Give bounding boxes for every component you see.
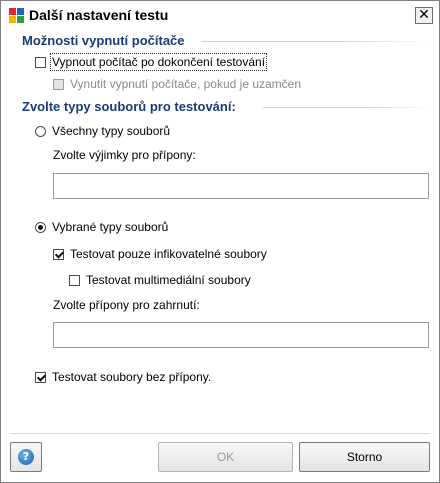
help-button[interactable]: ? (10, 442, 42, 472)
shutdown-label[interactable]: Vypnout počítač po dokončení testování (49, 53, 268, 71)
multimedia-label[interactable]: Testovat multimediální soubory (86, 273, 251, 287)
dialog-window: Další nastavení testu ✕ Možnosti vypnutí… (0, 0, 440, 483)
shutdown-option-row[interactable]: Vypnout počítač po dokončení testování (35, 53, 268, 71)
selected-types-row[interactable]: Vybrané typy souborů (35, 220, 168, 234)
inclusions-label: Zvolte přípony pro zahrnutí: (53, 298, 200, 312)
shutdown-separator (201, 41, 429, 42)
title-bar: Další nastavení testu ✕ (2, 2, 438, 28)
all-types-label[interactable]: Všechny typy souborů (52, 124, 170, 138)
file-types-heading: Zvolte typy souborů pro testování: (22, 99, 236, 114)
force-shutdown-row: Vynutit vypnutí počítače, pokud je uzamč… (53, 77, 301, 91)
cancel-button[interactable]: Storno (299, 442, 430, 472)
exclusions-label: Zvolte výjimky pro přípony: (53, 148, 196, 162)
window-title: Další nastavení testu (29, 7, 169, 23)
selected-types-label[interactable]: Vybrané typy souborů (52, 220, 168, 234)
no-extension-checkbox[interactable] (35, 371, 46, 383)
selected-types-radio[interactable] (35, 221, 46, 233)
infectable-only-row[interactable]: Testovat pouze infikovatelné soubory (53, 247, 267, 261)
shutdown-heading: Možnosti vypnutí počítače (22, 33, 185, 48)
force-shutdown-checkbox (53, 78, 64, 90)
avg-logo-icon (9, 8, 24, 23)
footer-separator (10, 433, 430, 434)
ok-button[interactable]: OK (158, 442, 293, 472)
infectable-only-checkbox[interactable] (53, 248, 64, 260)
infectable-only-label[interactable]: Testovat pouze infikovatelné soubory (70, 247, 267, 261)
all-types-radio[interactable] (35, 125, 46, 137)
file-types-separator (263, 107, 429, 108)
exclusions-input[interactable] (53, 173, 429, 199)
multimedia-row[interactable]: Testovat multimediální soubory (69, 273, 251, 287)
inclusions-input[interactable] (53, 322, 429, 348)
help-icon: ? (18, 449, 34, 465)
close-icon[interactable]: ✕ (415, 7, 433, 24)
no-extension-label[interactable]: Testovat soubory bez přípony. (52, 370, 211, 384)
multimedia-checkbox[interactable] (69, 274, 80, 286)
shutdown-checkbox[interactable] (35, 56, 46, 68)
no-extension-row[interactable]: Testovat soubory bez přípony. (35, 370, 211, 384)
all-types-row[interactable]: Všechny typy souborů (35, 124, 170, 138)
force-shutdown-label: Vynutit vypnutí počítače, pokud je uzamč… (70, 77, 302, 91)
